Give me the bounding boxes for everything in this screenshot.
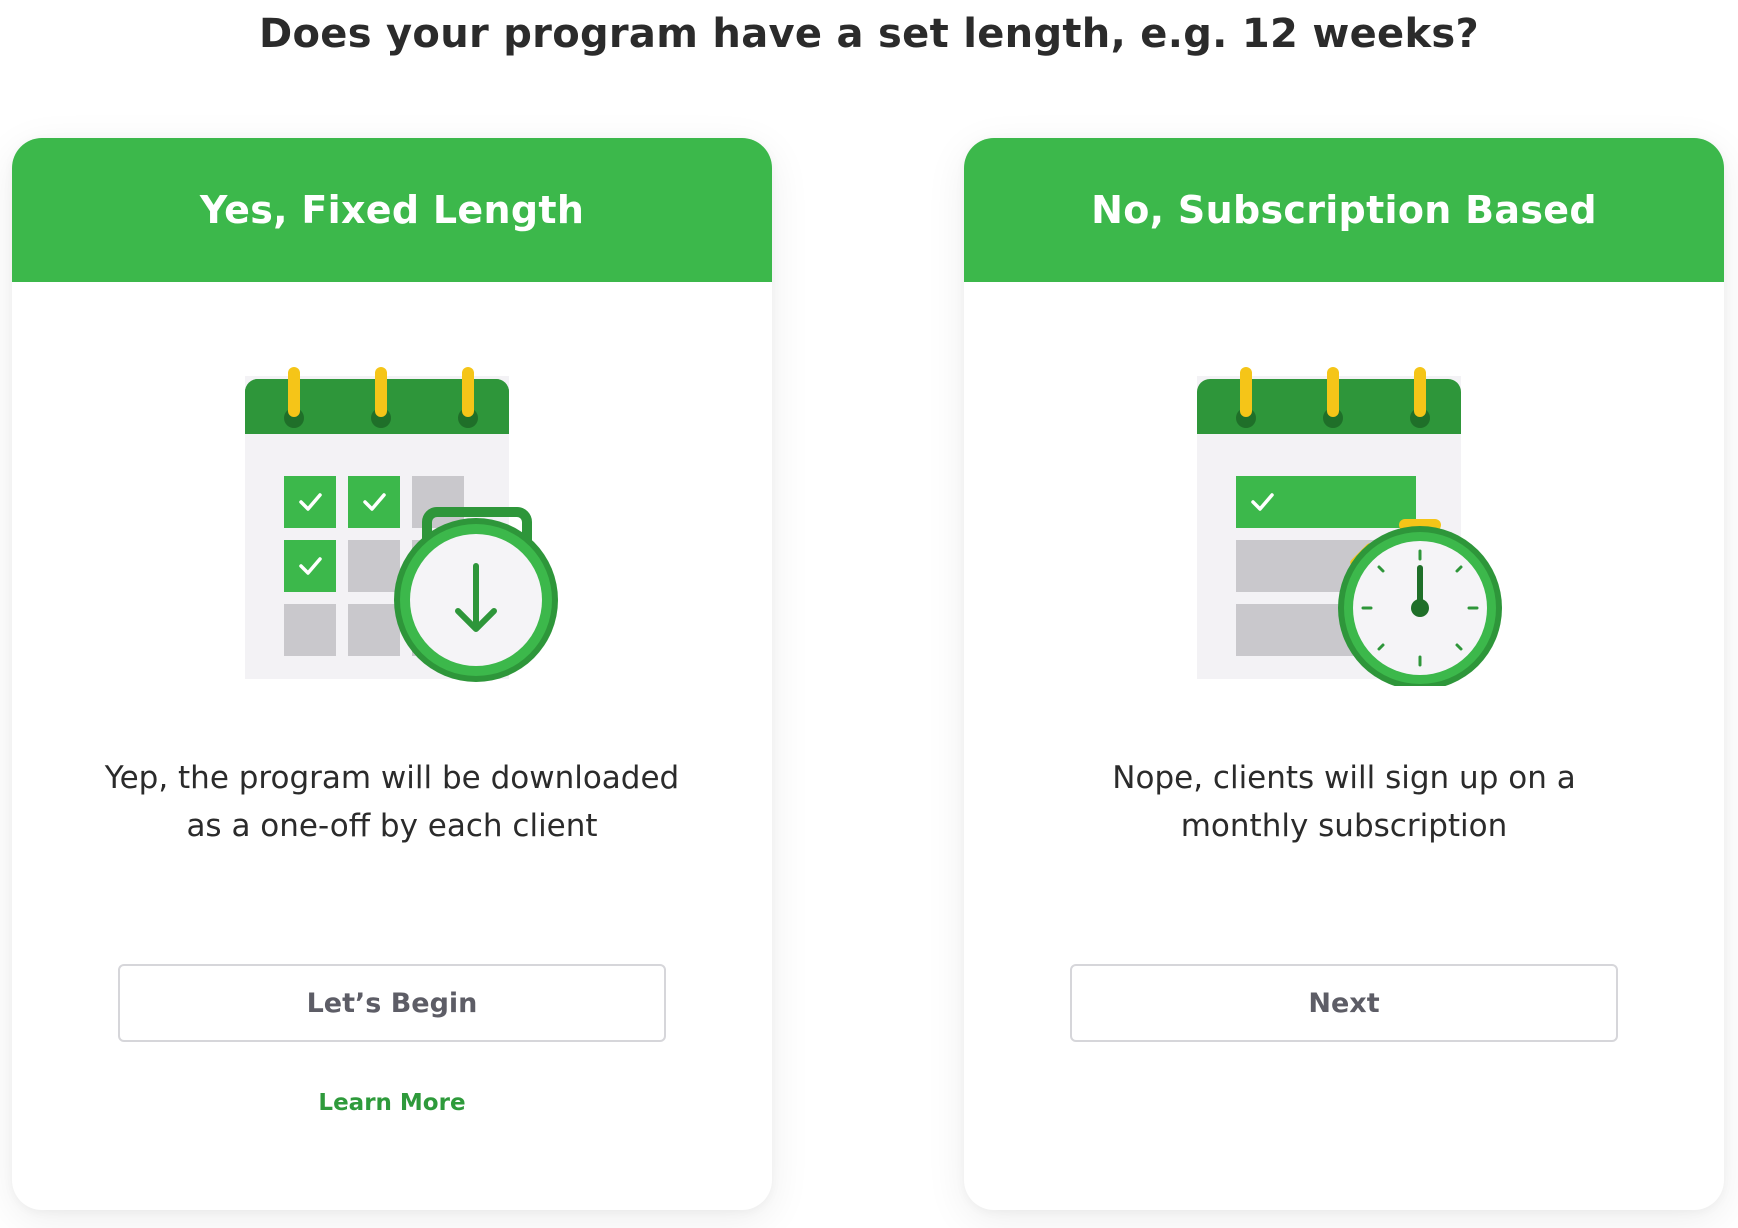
fixed-length-illustration [12, 316, 772, 686]
option-card-subscription[interactable]: No, Subscription Based Nope, clients wil… [964, 138, 1724, 1210]
card-description: Nope, clients will sign up on a monthly … [1112, 760, 1576, 844]
option-card-fixed-length[interactable]: Yes, Fixed Length Yep, the program will … [12, 138, 772, 1210]
learn-more-link[interactable]: Learn More [12, 1090, 772, 1116]
calendar-stopwatch-svg [1197, 367, 1502, 686]
lets-begin-button[interactable]: Let’s Begin [118, 964, 666, 1042]
next-button[interactable]: Next [1070, 964, 1618, 1042]
subscription-illustration [964, 316, 1724, 686]
page-title: Does your program have a set length, e.g… [259, 11, 1479, 57]
calendar-download-svg [245, 367, 558, 682]
card-header: Yes, Fixed Length [12, 138, 772, 282]
card-header: No, Subscription Based [964, 138, 1724, 282]
card-description: Yep, the program will be downloaded as a… [104, 760, 680, 844]
